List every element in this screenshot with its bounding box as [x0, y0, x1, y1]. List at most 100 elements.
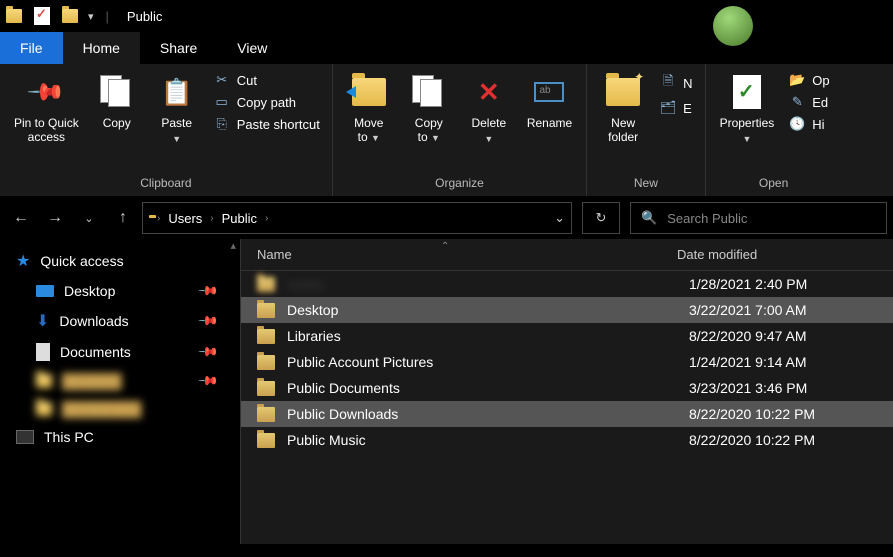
sidebar-item-documents[interactable]: Documents 📌 [0, 337, 240, 367]
group-label: New [587, 174, 704, 196]
file-name: ········ [287, 276, 677, 292]
paste-button[interactable]: 📋 Paste ▼ [147, 68, 207, 148]
new-folder-button[interactable]: ✦ New folder [593, 68, 653, 149]
file-row[interactable]: Public Account Pictures1/24/2021 9:14 AM [241, 349, 893, 375]
tab-view[interactable]: View [217, 32, 287, 64]
chevron-right-icon[interactable]: › [265, 213, 268, 224]
new-item-button[interactable]: 🗎N [659, 72, 692, 94]
copy-button[interactable]: Copy [87, 68, 147, 134]
chevron-right-icon[interactable]: › [157, 213, 160, 224]
chevron-down-icon: ▼ [431, 133, 440, 143]
navigation-bar: ← → ⌄ ↑ › Users › Public › ⌄ ↻ 🔍 Search … [0, 197, 893, 239]
folder-icon [60, 6, 80, 26]
x-icon: ✕ [478, 72, 500, 112]
navigation-pane: ▴ ★ Quick access Desktop 📌 ⬇ Downloads 📌… [0, 239, 240, 544]
file-date: 1/28/2021 2:40 PM [689, 276, 807, 292]
file-row[interactable]: Public Documents 3/23/2021 3:46 PM [241, 375, 893, 401]
easy-access-button[interactable]: 🗂E [659, 100, 692, 116]
ribbon-group-organize: Move to ▼ Copy to ▼ ✕ Delete ▼ Rename Or… [333, 64, 587, 196]
breadcrumb[interactable]: Public [222, 211, 257, 226]
pin-icon: 📌 [26, 71, 68, 113]
chevron-right-icon[interactable]: › [210, 213, 213, 224]
group-label: Organize [333, 174, 586, 196]
file-row[interactable]: Public Music8/22/2020 10:22 PM [241, 427, 893, 453]
copy-to-button[interactable]: Copy to ▼ [399, 68, 459, 149]
paste-shortcut-button[interactable]: ⎘Paste shortcut [213, 116, 320, 132]
open-button[interactable]: 📂Op [788, 72, 829, 88]
copy-path-button[interactable]: ▭Copy path [213, 94, 320, 110]
column-headers: ⌃ Name Date modified [241, 239, 893, 271]
forward-button[interactable]: → [40, 203, 70, 233]
column-name[interactable]: Name [257, 247, 677, 262]
delete-button[interactable]: ✕ Delete ▼ [459, 68, 519, 148]
up-button[interactable]: ↑ [108, 203, 138, 233]
sidebar-item-desktop[interactable]: Desktop 📌 [0, 277, 240, 305]
sidebar-quick-access[interactable]: ★ Quick access [0, 245, 240, 277]
search-box[interactable]: 🔍 Search Public [630, 202, 887, 234]
folder-icon [257, 355, 275, 370]
easy-access-icon: 🗂 [659, 100, 677, 116]
ribbon-group-new: ✦ New folder 🗎N 🗂E New [587, 64, 705, 196]
main-area: ▴ ★ Quick access Desktop 📌 ⬇ Downloads 📌… [0, 239, 893, 544]
folder-icon [257, 407, 275, 422]
separator: | [106, 9, 109, 24]
folder-icon [257, 433, 275, 448]
tab-file[interactable]: File [0, 32, 63, 64]
address-bar[interactable]: › Users › Public › ⌄ [142, 202, 572, 234]
edit-button[interactable]: ✎Ed [788, 94, 829, 110]
window-title: Public [127, 9, 162, 24]
chevron-down-icon: ▼ [172, 134, 181, 144]
file-row[interactable]: Libraries8/22/2020 9:47 AM [241, 323, 893, 349]
properties-button[interactable]: Properties ▼ [712, 68, 783, 148]
documents-icon [36, 343, 50, 361]
rename-button[interactable]: Rename [519, 68, 580, 134]
cut-button[interactable]: ✂Cut [213, 72, 320, 88]
shortcut-icon: ⎘ [213, 116, 231, 132]
file-row[interactable]: Public Downloads8/22/2020 10:22 PM [241, 401, 893, 427]
sidebar-item-this-pc[interactable]: This PC [0, 423, 240, 451]
recent-locations-button[interactable]: ⌄ [74, 203, 104, 233]
file-date: 8/22/2020 9:47 AM [689, 328, 807, 344]
rename-icon [534, 82, 564, 102]
open-icon: 📂 [788, 72, 806, 88]
file-date: 8/22/2020 10:22 PM [689, 406, 815, 422]
qat-overflow-icon[interactable]: ▾ [88, 10, 94, 23]
sparkle-icon: ✦ [634, 70, 644, 84]
back-button[interactable]: ← [6, 203, 36, 233]
ribbon-group-open: Properties ▼ 📂Op ✎Ed 🕓Hi Open [706, 64, 842, 196]
properties-icon [733, 75, 761, 109]
file-name: Public Documents [287, 380, 677, 396]
file-row[interactable]: Desktop3/22/2021 7:00 AM [241, 297, 893, 323]
group-label: Clipboard [0, 174, 332, 196]
scissors-icon: ✂ [213, 72, 231, 88]
sidebar-item-blurred[interactable]: ██████ 📌 [0, 367, 240, 395]
file-name: Desktop [287, 302, 677, 318]
history-button[interactable]: 🕓Hi [788, 116, 829, 132]
sidebar-item-blurred[interactable]: ████████ [0, 395, 240, 423]
folder-icon [257, 381, 275, 396]
chevron-down-icon: ▼ [742, 134, 751, 144]
copy-to-icon [412, 75, 446, 109]
group-label: Open [706, 174, 842, 196]
tab-share[interactable]: Share [140, 32, 217, 64]
folder-icon [257, 277, 275, 292]
file-date: 3/23/2021 3:46 PM [689, 380, 807, 396]
breadcrumb[interactable]: Users [168, 211, 202, 226]
downloads-icon: ⬇ [36, 311, 49, 331]
pin-icon: 📌 [197, 370, 220, 393]
file-row[interactable]: ········ 1/28/2021 2:40 PM [241, 271, 893, 297]
move-to-button[interactable]: Move to ▼ [339, 68, 399, 149]
file-name: Public Music [287, 432, 677, 448]
chevron-down-icon: ▼ [484, 134, 493, 144]
pin-to-quick-access-button[interactable]: 📌 Pin to Quick access [6, 68, 87, 149]
document-check-icon [32, 6, 52, 26]
sidebar-item-downloads[interactable]: ⬇ Downloads 📌 [0, 305, 240, 337]
pin-icon: 📌 [197, 280, 220, 303]
pin-icon: 📌 [197, 310, 220, 333]
address-dropdown-button[interactable]: ⌄ [554, 210, 565, 226]
computer-icon [16, 430, 34, 444]
new-item-icon: 🗎 [659, 72, 677, 94]
column-date[interactable]: Date modified [677, 247, 757, 262]
refresh-button[interactable]: ↻ [582, 202, 620, 234]
tab-home[interactable]: Home [63, 32, 140, 64]
